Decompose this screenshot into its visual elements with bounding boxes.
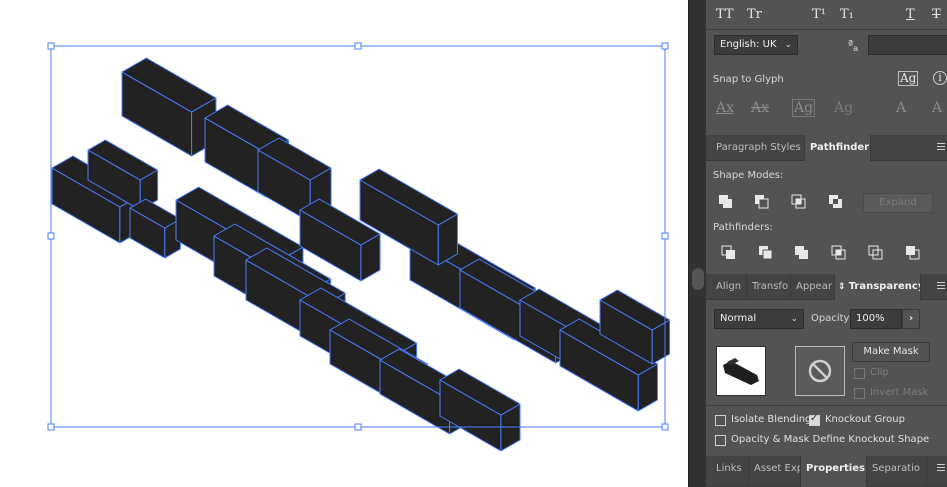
exclude-icon[interactable] xyxy=(827,193,845,211)
bottom-tabbar: Links Asset Exp Properties Separatio xyxy=(706,456,947,487)
blend-mode-value: Normal xyxy=(720,313,757,324)
outline-icon[interactable] xyxy=(867,244,885,262)
opacity-input[interactable]: 100% xyxy=(850,309,902,329)
snap-proximity-button[interactable]: Ag xyxy=(834,100,853,116)
chevron-down-icon: ⌄ xyxy=(784,40,792,50)
divide-icon[interactable] xyxy=(720,244,738,262)
scrollbar-thumb[interactable] xyxy=(692,268,704,290)
anti-alias-icon: ªa xyxy=(848,38,859,54)
anti-alias-dropdown[interactable] xyxy=(868,35,947,55)
panel-menu-icon[interactable] xyxy=(937,464,945,473)
isolate-blending-checkbox[interactable] xyxy=(715,415,726,426)
tab-properties[interactable]: Properties xyxy=(801,456,867,487)
merge-icon[interactable] xyxy=(793,244,811,262)
tab-separations[interactable]: Separatio xyxy=(867,456,927,487)
glyph-info-icon[interactable]: Ag xyxy=(898,71,919,86)
tab-arrows-icon: ⇕ xyxy=(838,282,849,292)
isolate-blending-label: Isolate Blending xyxy=(731,414,812,425)
snap-baseline-button[interactable]: Ax xyxy=(716,100,734,116)
tab-transparency-label: Transparency xyxy=(848,281,921,292)
tab-links[interactable]: Links xyxy=(711,456,749,487)
tab-appearance[interactable]: Appear xyxy=(791,274,835,300)
resize-handle-top-left[interactable] xyxy=(47,42,55,50)
blend-mode-dropdown[interactable]: Normal ⌄ xyxy=(714,309,804,329)
resize-handle-right[interactable] xyxy=(661,232,669,240)
resize-handle-bottom[interactable] xyxy=(354,423,362,431)
resize-handle-bottom-right[interactable] xyxy=(661,423,669,431)
tab-pathfinder[interactable]: Pathfinder xyxy=(805,135,871,161)
knockout-group-label: Knockout Group xyxy=(825,414,905,425)
chevron-down-icon: ⌄ xyxy=(790,314,798,324)
snap-glyph-bounds-button[interactable]: Ag xyxy=(792,99,816,117)
resize-handle-bottom-left[interactable] xyxy=(47,423,55,431)
resize-handle-top[interactable] xyxy=(354,42,362,50)
opacity-label: Opacity: xyxy=(811,313,853,324)
clip-checkbox[interactable] xyxy=(854,368,865,379)
tab-paragraph-styles[interactable]: Paragraph Styles xyxy=(711,135,805,161)
panel-menu-icon[interactable] xyxy=(937,282,945,291)
artwork-thumbnail[interactable] xyxy=(716,346,766,396)
no-mask-icon xyxy=(808,359,832,383)
resize-handle-left[interactable] xyxy=(47,232,55,240)
shape-modes-label: Shape Modes: xyxy=(713,170,784,181)
strikethrough-button[interactable]: T xyxy=(932,7,941,22)
mask-thumbnail[interactable] xyxy=(795,346,845,396)
minus-front-icon[interactable] xyxy=(753,193,771,211)
transparency-tabbar: Align Transfo Appear ⇕ Transparency xyxy=(706,274,947,300)
unite-icon[interactable] xyxy=(717,193,735,211)
snap-x-height-button[interactable]: Ax xyxy=(751,100,769,116)
superscript-button[interactable]: T¹ xyxy=(812,7,826,22)
all-caps-button[interactable]: TT xyxy=(716,7,734,22)
tab-transform[interactable]: Transfo xyxy=(747,274,791,300)
trim-icon[interactable] xyxy=(757,244,775,262)
invert-mask-label: Invert Mask xyxy=(870,387,929,398)
resize-handle-top-right[interactable] xyxy=(661,42,669,50)
intersect-icon[interactable] xyxy=(790,193,808,211)
artboard-canvas[interactable] xyxy=(0,0,688,487)
underline-button[interactable]: T xyxy=(906,7,915,22)
opacity-mask-knockout-label: Opacity & Mask Define Knockout Shape xyxy=(731,434,930,445)
clip-label: Clip xyxy=(870,367,889,378)
knockout-group-checkbox[interactable] xyxy=(809,413,820,426)
crop-icon[interactable] xyxy=(830,244,848,262)
minus-back-icon[interactable] xyxy=(904,244,922,262)
language-value: English: UK xyxy=(720,39,777,50)
illustrator-window: TT Tr T¹ T₁ T T English: UK ⌄ ªa Snap to… xyxy=(0,0,947,487)
panel-menu-icon[interactable] xyxy=(937,143,945,152)
opacity-slider-toggle[interactable]: › xyxy=(902,309,920,329)
small-caps-button[interactable]: Tr xyxy=(747,7,762,22)
right-panels: TT Tr T¹ T₁ T T English: UK ⌄ ªa Snap to… xyxy=(706,0,947,487)
isometric-3d-text-artwork[interactable] xyxy=(0,0,688,487)
invert-mask-checkbox[interactable] xyxy=(854,388,865,399)
snap-to-glyph-label: Snap to Glyph xyxy=(713,74,784,85)
thumbnail-preview xyxy=(723,358,759,385)
pathfinder-tabbar: Paragraph Styles Pathfinder xyxy=(706,135,947,161)
snap-anchor-button[interactable]: A xyxy=(932,100,942,116)
make-mask-button[interactable]: Make Mask xyxy=(852,342,930,362)
tab-transparency[interactable]: ⇕ Transparency xyxy=(835,274,921,300)
canvas-vertical-scrollbar[interactable] xyxy=(688,0,706,487)
expand-button[interactable]: Expand xyxy=(863,193,933,213)
language-dropdown[interactable]: English: UK ⌄ xyxy=(714,35,798,55)
opacity-mask-knockout-checkbox[interactable] xyxy=(715,435,726,446)
snap-angular-button[interactable]: A xyxy=(896,100,906,116)
tab-align[interactable]: Align xyxy=(711,274,747,300)
subscript-button[interactable]: T₁ xyxy=(840,7,854,22)
info-icon[interactable]: i xyxy=(933,71,947,85)
tab-asset-export[interactable]: Asset Exp xyxy=(749,456,801,487)
pathfinders-label: Pathfinders: xyxy=(713,222,773,233)
